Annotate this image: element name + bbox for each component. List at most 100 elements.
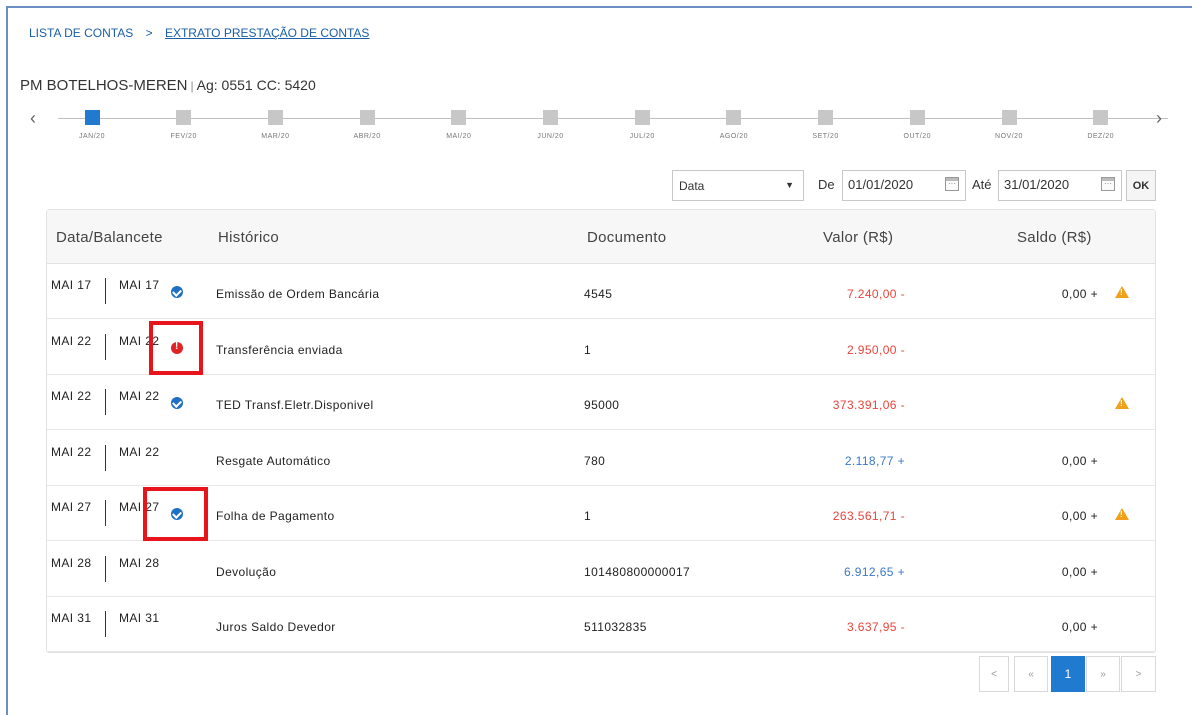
month-marker [84, 110, 100, 125]
row-date: MAI 22 [51, 389, 92, 403]
row-balance: 0,00 + [1061, 287, 1098, 301]
pagination-first[interactable]: < [979, 656, 1009, 692]
month-label: FEV/20 [170, 133, 197, 140]
month-label: NOV/20 [995, 133, 1023, 140]
month-fev-20[interactable]: FEV/20 [156, 110, 212, 140]
account-title: PM BOTELHOS-MEREN | Ag: 0551 CC: 5420 [20, 77, 316, 94]
ok-button[interactable]: OK [1126, 170, 1156, 201]
month-label: AGO/20 [719, 133, 749, 140]
row-value: 263.561,71 - [832, 509, 905, 523]
row-balancete-date: MAI 22 [119, 444, 160, 459]
row-document: 4545 [584, 287, 613, 301]
row-balance: 0,00 + [1061, 564, 1098, 579]
row-date: MAI 22 [51, 333, 92, 348]
breadcrumb-lista-de-contas[interactable]: LISTA DE CONTAS [29, 26, 133, 40]
month-nov-20[interactable]: NOV/20 [981, 110, 1037, 140]
month-label: JUN/20 [537, 133, 564, 140]
breadcrumb-extrato[interactable]: EXTRATO PRESTAÇÃO DE CONTAS [165, 26, 369, 40]
timeline-prev-icon[interactable]: ‹ [30, 108, 36, 128]
row-date: MAI 28 [51, 555, 92, 570]
row-value: 6.912,65 + [843, 564, 905, 579]
timeline-next-icon[interactable]: › [1156, 108, 1162, 128]
warning-icon[interactable] [1115, 508, 1129, 520]
row-value: 373.391,06 - [832, 398, 905, 412]
row-history: Folha de Pagamento [216, 509, 335, 523]
month-jan-20[interactable]: JAN/20 [64, 110, 120, 140]
month-marker [451, 110, 467, 125]
calendar-icon[interactable] [945, 177, 959, 191]
month-abr-20[interactable]: ABR/20 [339, 110, 395, 140]
month-label: MAI/20 [446, 133, 472, 140]
chevron-down-icon: ▼ [785, 180, 794, 190]
row-history: Resgate Automático [216, 453, 331, 468]
date-from-label: De [818, 177, 835, 192]
date-divider [105, 333, 106, 360]
month-marker [176, 110, 192, 125]
row-value: 3.637,95 - [846, 620, 905, 634]
row-document: 95000 [584, 398, 620, 412]
header-document[interactable]: Documento [587, 229, 666, 246]
month-marker [267, 110, 283, 125]
header-date[interactable]: Data/Balancete [56, 229, 163, 246]
warning-icon[interactable] [1115, 286, 1129, 298]
calendar-icon[interactable] [1101, 177, 1115, 191]
month-jul-20[interactable]: JUL/20 [614, 110, 670, 140]
check-circle-icon[interactable] [171, 286, 183, 298]
table-row[interactable]: MAI 22 MAI 22 TED Transf.Eletr.Disponivel 9… [47, 375, 1155, 430]
row-value: 2.950,00 - [846, 342, 905, 357]
month-label: JUL/20 [629, 133, 655, 140]
row-balancete-date: MAI 17 [119, 278, 160, 292]
date-divider [105, 444, 106, 471]
table-row[interactable]: MAI 17 MAI 17 Emissão de Ordem Bancária 454… [47, 264, 1155, 319]
month-mai-20[interactable]: MAI/20 [431, 110, 487, 140]
date-divider [105, 278, 106, 304]
table-row[interactable]: MAI 31 MAI 31 Juros Saldo Devedor 511032835… [47, 597, 1155, 652]
row-document: 1 [584, 509, 592, 523]
month-label: JAN/20 [79, 133, 105, 140]
row-document: 511032835 [584, 620, 647, 634]
breadcrumb: LISTA DE CONTAS > EXTRATO PRESTAÇÃO DE C… [29, 26, 369, 40]
highlight-box [149, 321, 203, 375]
filter-type-value: Data [679, 179, 705, 193]
highlight-box [143, 487, 208, 541]
table-row[interactable]: MAI 27 MAI 27 Folha de Pagamento 1 263.561,7… [47, 486, 1155, 541]
month-set-20[interactable]: SET/20 [798, 110, 854, 140]
month-marker [1093, 110, 1109, 125]
date-to-field[interactable]: 31/01/2020 [998, 170, 1122, 201]
warning-icon[interactable] [1115, 397, 1129, 409]
pagination-next[interactable]: » [1086, 656, 1120, 692]
header-balance[interactable]: Saldo (R$) [1017, 229, 1092, 246]
month-ago-20[interactable]: AGO/20 [706, 110, 762, 140]
row-document: 1 [584, 342, 592, 357]
table-row[interactable]: MAI 28 MAI 28 Devolução 101480800000017 6.91… [47, 542, 1155, 597]
header-history[interactable]: Histórico [218, 229, 279, 246]
row-balance: 0,00 + [1061, 620, 1098, 634]
account-details: Ag: 0551 CC: 5420 [196, 77, 316, 93]
month-label: SET/20 [812, 133, 839, 140]
month-mar-20[interactable]: MAR/20 [247, 110, 303, 140]
month-jun-20[interactable]: JUN/20 [523, 110, 579, 140]
table-row[interactable]: MAI 22 MAI 22 Resgate Automático 780 2.118,7… [47, 431, 1155, 486]
date-to-label: Até [972, 177, 992, 192]
date-divider [105, 611, 106, 637]
row-balancete-date: MAI 22 [119, 389, 160, 403]
pagination-page-1[interactable]: 1 [1051, 656, 1085, 692]
pagination-last[interactable]: > [1121, 656, 1156, 692]
row-document: 780 [584, 453, 606, 468]
date-from-field[interactable]: 01/01/2020 [842, 170, 966, 201]
month-marker [818, 110, 834, 125]
month-dez-20[interactable]: DEZ/20 [1073, 110, 1129, 140]
date-divider [105, 555, 106, 582]
check-circle-icon[interactable] [171, 397, 183, 409]
table-row[interactable]: MAI 22 MAI 22 Transferência enviada 1 2.950,… [47, 320, 1155, 375]
month-label: MAR/20 [261, 133, 290, 140]
header-value[interactable]: Valor (R$) [823, 229, 893, 246]
month-marker [909, 110, 925, 125]
date-to-value: 31/01/2020 [1004, 177, 1070, 192]
row-history: Juros Saldo Devedor [216, 620, 336, 634]
row-balance: 0,00 + [1061, 453, 1098, 468]
filter-type-select[interactable]: Data ▼ [672, 170, 804, 201]
month-out-20[interactable]: OUT/20 [889, 110, 945, 140]
month-timeline: ‹ › JAN/20 FEV/20 MAR/20 ABR/20 MAI/20 JUN/20… [26, 108, 1176, 148]
pagination-prev[interactable]: « [1014, 656, 1048, 692]
